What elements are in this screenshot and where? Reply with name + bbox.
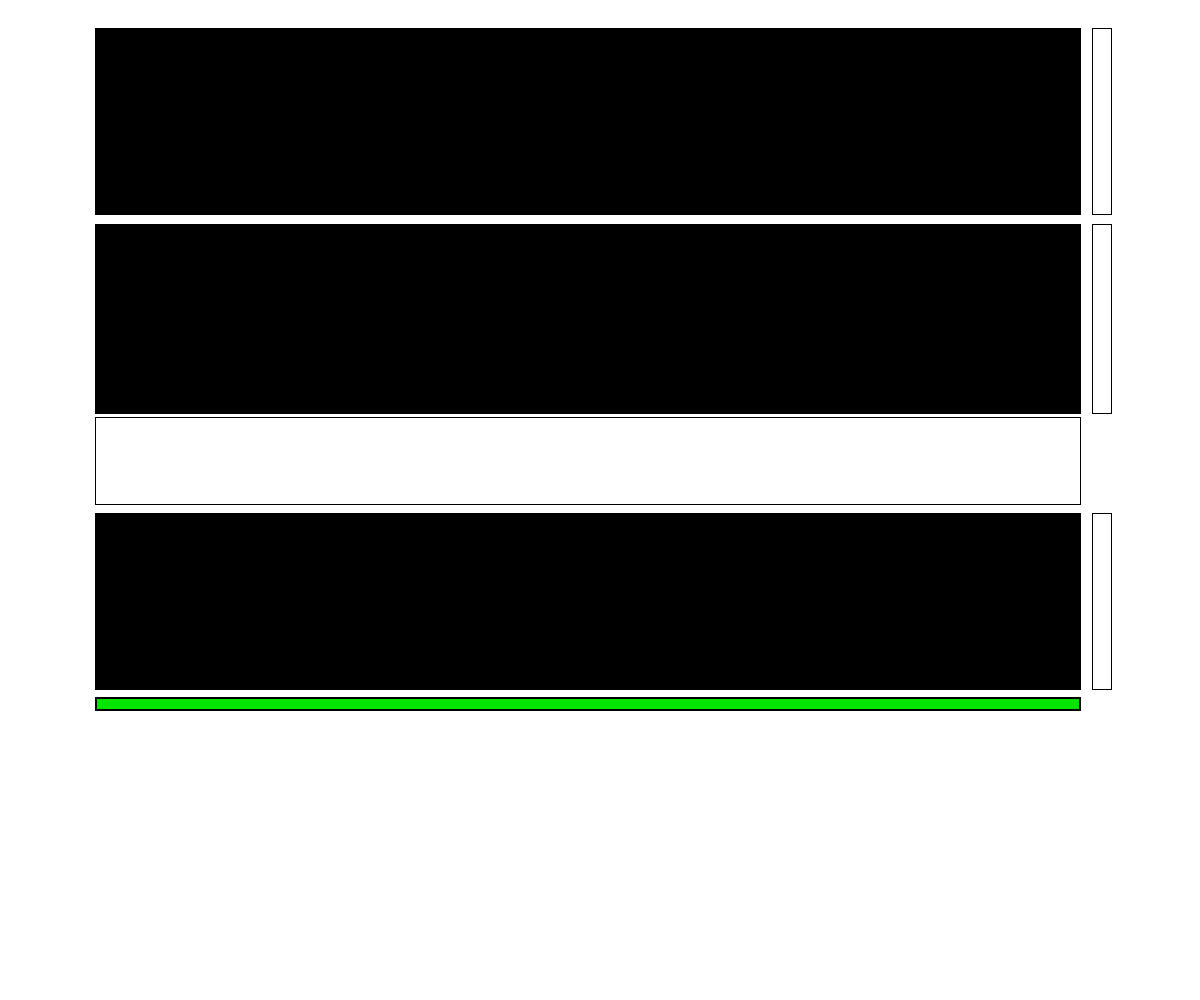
intensity-colorbar <box>1092 513 1112 690</box>
lemms-pressure-panel <box>95 224 1081 414</box>
ions-spectrogram-canvas <box>95 513 1081 690</box>
pressure-lineplot-panel <box>95 417 1081 505</box>
figure-canvas <box>0 0 1200 1000</box>
chems-pressure-panel <box>95 28 1081 215</box>
chems-spectrogram-canvas <box>95 28 1081 215</box>
pressure-lineplot-canvas <box>96 418 1080 504</box>
sunlight-bar <box>95 697 1081 711</box>
pressure-colorbar-2 <box>1092 224 1112 414</box>
lemms-ions-panel <box>95 513 1081 690</box>
lemms-spectrogram-canvas <box>95 224 1081 414</box>
pressure-colorbar-1 <box>1092 28 1112 215</box>
